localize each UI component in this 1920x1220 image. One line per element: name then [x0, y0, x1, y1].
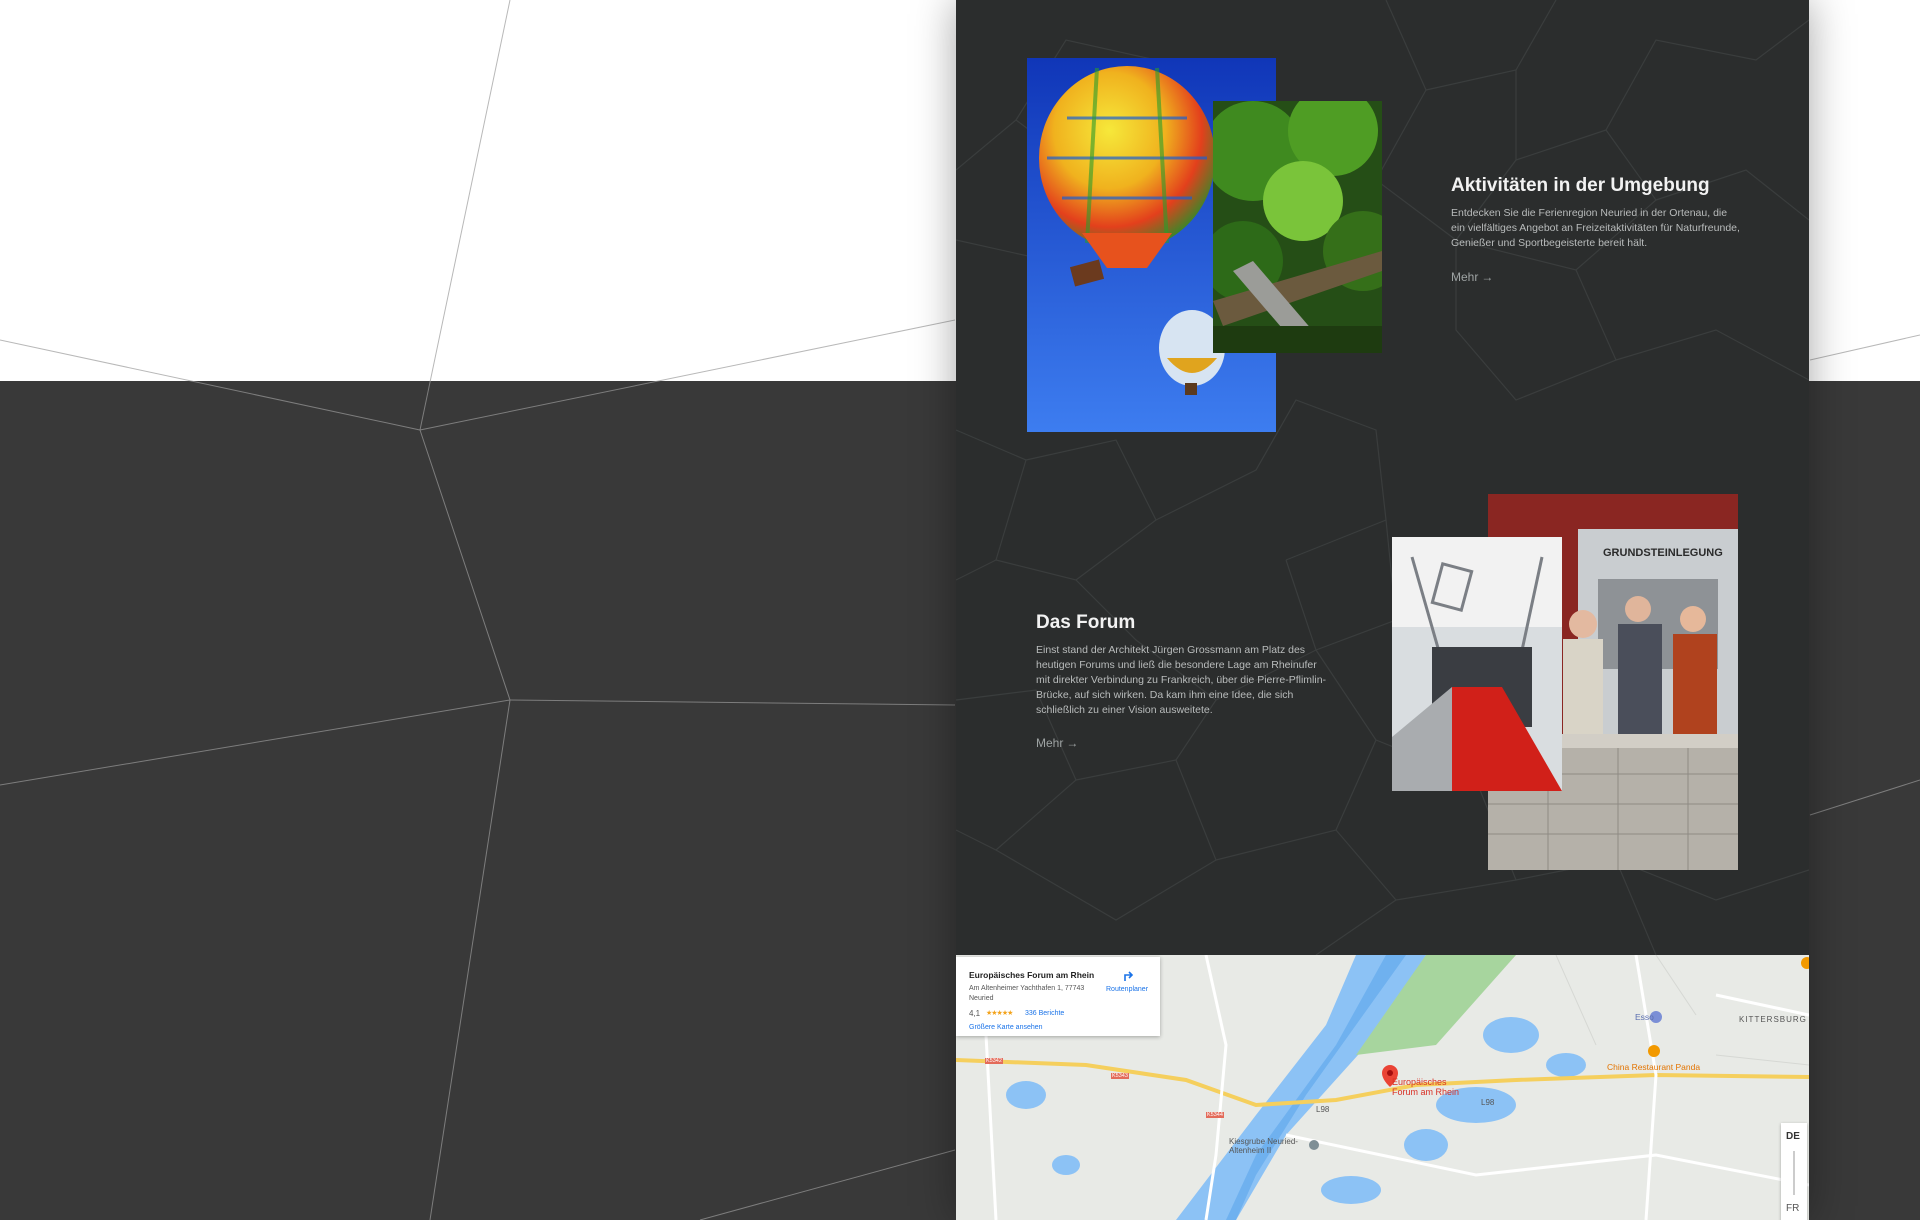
content-panel: Aktivitäten in der Umgebung Entdecken Si… [956, 0, 1809, 1220]
map-place-label: Europäisches Forum am Rhein [1392, 1077, 1460, 1097]
language-de-option[interactable]: DE [1786, 1131, 1800, 1142]
map-town-label: KITTERSBURG [1739, 1015, 1807, 1024]
arrow-right-icon: → [1066, 736, 1079, 750]
restaurant-icon[interactable] [1648, 1045, 1660, 1057]
more-link-activities[interactable]: Mehr → [1451, 270, 1493, 284]
map-card-address: Am Altenheimer Yachthafen 1, 77743 Neuri… [969, 985, 1085, 1002]
arrow-right-icon: → [1481, 270, 1494, 284]
map-road-label: L98 [1481, 1098, 1495, 1107]
language-slider-track[interactable] [1793, 1151, 1795, 1195]
entrance-photo [1392, 537, 1562, 791]
section-text-activities: Entdecken Sie die Ferienregion Neuried i… [1451, 207, 1740, 249]
more-link-forum[interactable]: Mehr → [1036, 736, 1078, 750]
map-road-label: K5343 [1111, 1073, 1129, 1079]
map-road-label: K5344 [1206, 1112, 1224, 1118]
map-embed[interactable]: Europäisches Forum am Rhein KITTERSBURG … [956, 955, 1809, 1220]
map-info-card: Europäisches Forum am Rhein Am Altenheim… [956, 957, 1160, 1036]
forest-photo [1213, 101, 1382, 353]
map-card-rating: 4,1 [969, 1009, 981, 1018]
more-link-label: Mehr [1036, 736, 1064, 750]
map-language-control[interactable]: DE FR [1781, 1123, 1807, 1220]
landmark-icon[interactable] [1309, 1140, 1319, 1150]
section-title-activities: Aktivitäten in der Umgebung [1451, 175, 1710, 196]
map-poi-kiesgrube: Kiesgrube Neuried-Altenheim II [1229, 1137, 1298, 1155]
section-text-forum: Einst stand der Architekt Jürgen Grossma… [1036, 644, 1327, 716]
map-poi-esso: Esso [1635, 1012, 1654, 1022]
section-title-forum: Das Forum [1036, 612, 1136, 633]
sign-text: GRUNDSTEINLEGUNG [1603, 547, 1723, 559]
map-poi-restaurant: China Restaurant Panda [1607, 1062, 1701, 1072]
map-road-label: L98 [1316, 1105, 1330, 1114]
directions-icon[interactable] [1121, 968, 1135, 982]
map-card-reviews-link[interactable]: 336 Berichte [1025, 1010, 1064, 1017]
language-fr-option[interactable]: FR [1786, 1203, 1799, 1214]
map-card-title: Europäisches Forum am Rhein [969, 970, 1095, 980]
more-link-label: Mehr [1451, 270, 1479, 284]
map-road-label: K5342 [985, 1058, 1003, 1064]
map-route-planner-link[interactable]: Routenplaner [1106, 986, 1148, 993]
rating-stars-icon: ★★★★★ [986, 1010, 1013, 1017]
map-larger-map-link[interactable]: Größere Karte ansehen [969, 1024, 1043, 1031]
